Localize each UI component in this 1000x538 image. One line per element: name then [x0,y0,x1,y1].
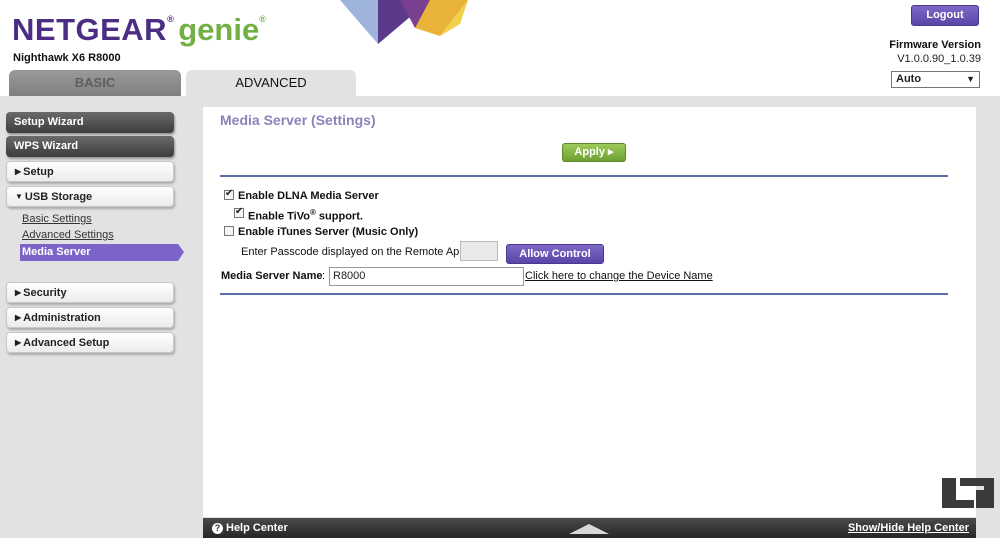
help-icon: ? [212,523,223,534]
expand-up-icon[interactable] [569,524,609,534]
header: NETGEAR® genie® Nighthawk X6 R8000 Logout… [0,0,1000,96]
passcode-label: Enter Passcode displayed on the Remote A… [241,246,466,258]
expand-arrow-icon: ▶ [15,338,22,347]
sidebar-subitem-basic-settings[interactable]: Basic Settings [22,213,92,225]
tivo-label-suffix: support. [315,210,363,223]
collapse-arrow-icon: ▼ [15,192,23,201]
sidebar-item-label: Security [23,287,67,299]
sidebar-item-setup[interactable]: ▶ Setup [6,161,174,182]
content-panel: Media Server (Settings) Apply ▸ Enable D… [203,107,976,517]
sidebar-item-setup-wizard[interactable]: Setup Wizard [6,112,174,133]
sidebar-subitem-advanced-settings[interactable]: Advanced Settings [22,229,114,241]
sidebar-item-security[interactable]: ▶ Security [6,282,174,303]
tab-basic[interactable]: BASIC [9,70,181,96]
sidebar-item-usb-storage[interactable]: ▼ USB Storage [6,186,174,207]
genie-logo-text: genie [178,12,260,47]
tab-advanced[interactable]: ADVANCED [186,70,356,96]
brand-name: NETGEAR [12,12,168,47]
divider [220,293,948,295]
sidebar-item-administration[interactable]: ▶ Administration [6,307,174,328]
page-title: Media Server (Settings) [220,112,376,128]
divider [220,175,948,177]
tivo-label-text: Enable TiVo [248,210,310,223]
sidebar-item-label: USB Storage [24,191,93,203]
firmware-label: Firmware Version [889,39,981,51]
allow-control-button[interactable]: Allow Control [506,244,604,264]
tivo-checkbox[interactable] [234,206,244,218]
apply-button[interactable]: Apply ▸ [562,143,626,162]
sidebar-item-label: Setup [23,166,54,178]
sidebar-subitem-media-server[interactable]: Media Server [20,244,184,261]
sidebar-item-label: Advanced Setup [23,337,110,349]
help-center-label: Help Center [226,522,288,534]
expand-arrow-icon: ▶ [15,288,22,297]
sidebar-item-advanced-setup[interactable]: ▶ Advanced Setup [6,332,174,353]
netgear-logo: NETGEAR® genie® [12,12,266,48]
change-device-name-link[interactable]: Click here to change the Device Name [525,270,713,282]
dropdown-arrow-icon: ▼ [966,74,975,84]
itunes-checkbox[interactable] [224,226,234,236]
tivo-label: Enable TiVo® support. [248,208,363,223]
dlna-label: Enable DLNA Media Server [238,190,379,202]
itunes-label: Enable iTunes Server (Music Only) [238,226,419,238]
firmware-version: V1.0.0.90_1.0.39 [897,53,981,65]
expand-arrow-icon: ▶ [15,167,22,176]
sidebar-item-wps-wizard[interactable]: WPS Wizard [6,136,174,157]
genie-registered-mark: ® [259,14,267,24]
dlna-checkbox[interactable] [224,188,234,200]
server-name-input[interactable]: R8000 [329,267,524,286]
watermark-logo-icon [942,478,994,508]
server-name-label: Media Server Name [221,270,323,282]
sidebar-item-label: Administration [23,312,101,324]
registered-mark: ® [167,14,175,24]
language-select[interactable]: Auto ▼ [891,71,980,88]
expand-arrow-icon: ▶ [15,313,22,322]
logout-button[interactable]: Logout [911,5,979,26]
help-center-button[interactable]: ? Help Center [212,522,288,534]
language-value: Auto [896,73,922,85]
passcode-input[interactable] [460,241,498,261]
show-hide-help-link[interactable]: Show/Hide Help Center [848,522,969,534]
server-name-colon: : [322,270,326,282]
decorative-shapes-icon [340,0,468,44]
help-bar: ? Help Center Show/Hide Help Center [203,518,976,538]
router-model: Nighthawk X6 R8000 [13,52,121,64]
